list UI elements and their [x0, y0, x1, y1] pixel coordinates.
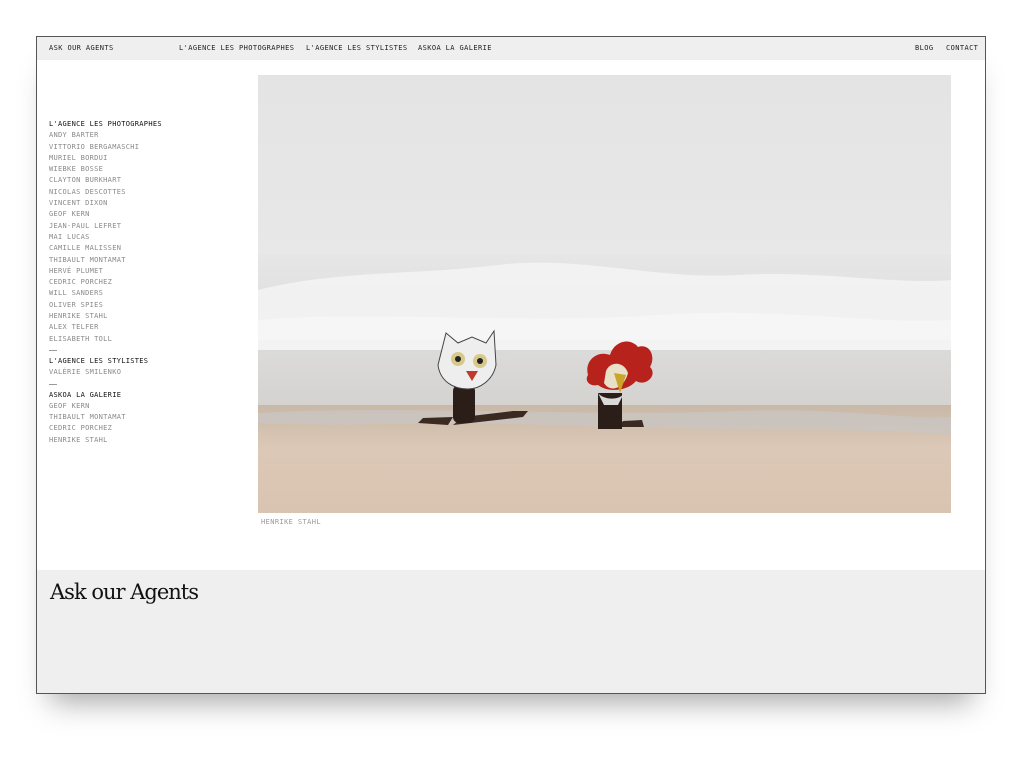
sidebar-item-photographer[interactable]: CLAYTON BURKHART — [49, 175, 229, 186]
sidebar-item-photographer[interactable]: ANDY BARTER — [49, 130, 229, 141]
sidebar-item-photographer[interactable]: VITTORIO BERGAMASCHI — [49, 142, 229, 153]
browser-frame: ASK OUR AGENTS L'AGENCE LES PHOTOGRAPHES… — [36, 36, 986, 694]
sidebar-item-stylist[interactable]: VALÉRIE SMILENKO — [49, 367, 229, 378]
divider — [49, 383, 57, 385]
nav-link-contact[interactable]: CONTACT — [946, 44, 978, 52]
sidebar: L'AGENCE LES PHOTOGRAPHES ANDY BARTER VIT… — [49, 119, 229, 446]
sidebar-item-photographer[interactable]: WIEBKE BOSSE — [49, 164, 229, 175]
featured-photo[interactable] — [258, 75, 951, 513]
footer-logo[interactable]: Ask our Agents — [50, 580, 199, 604]
sidebar-item-photographer[interactable]: ELISABETH TOLL — [49, 334, 229, 345]
brand-link[interactable]: ASK OUR AGENTS — [49, 44, 114, 52]
sidebar-title-galerie[interactable]: ASKOA LA GALERIE — [49, 390, 229, 401]
sidebar-item-photographer[interactable]: MAI LUCAS — [49, 232, 229, 243]
sidebar-item-photographer[interactable]: WILL SANDERS — [49, 288, 229, 299]
sidebar-list-galerie: GEOF KERN THIBAULT MONTAMAT CEDRIC PORCHEZ… — [49, 401, 229, 446]
divider — [49, 349, 57, 351]
sidebar-item-galerie[interactable]: HENRIKE STAHL — [49, 435, 229, 446]
nav-link-photographes[interactable]: L'AGENCE LES PHOTOGRAPHES — [179, 44, 294, 52]
sidebar-item-galerie[interactable]: CEDRIC PORCHEZ — [49, 423, 229, 434]
sidebar-item-photographer[interactable]: MURIEL BORDUI — [49, 153, 229, 164]
sidebar-item-photographer[interactable]: NICOLAS DESCOTTES — [49, 187, 229, 198]
sidebar-item-photographer[interactable]: OLIVER SPIES — [49, 300, 229, 311]
footer: Ask our Agents — [37, 570, 985, 693]
top-navigation: ASK OUR AGENTS L'AGENCE LES PHOTOGRAPHES… — [37, 37, 985, 60]
beach-photo-image — [258, 75, 951, 513]
sidebar-item-photographer[interactable]: JEAN-PAUL LEFRET — [49, 221, 229, 232]
sidebar-title-stylistes[interactable]: L'AGENCE LES STYLISTES — [49, 356, 229, 367]
photo-caption: HENRIKE STAHL — [261, 518, 321, 526]
nav-link-stylistes[interactable]: L'AGENCE LES STYLISTES — [306, 44, 408, 52]
sidebar-item-photographer[interactable]: CEDRIC PORCHEZ — [49, 277, 229, 288]
sidebar-item-photographer[interactable]: HERVÉ PLUMET — [49, 266, 229, 277]
sidebar-item-photographer[interactable]: VINCENT DIXON — [49, 198, 229, 209]
sidebar-item-galerie[interactable]: GEOF KERN — [49, 401, 229, 412]
sidebar-list-stylistes: VALÉRIE SMILENKO — [49, 367, 229, 378]
sidebar-item-photographer[interactable]: GEOF KERN — [49, 209, 229, 220]
sidebar-item-photographer[interactable]: ALEX TELFER — [49, 322, 229, 333]
nav-link-blog[interactable]: BLOG — [915, 44, 933, 52]
sidebar-item-galerie[interactable]: THIBAULT MONTAMAT — [49, 412, 229, 423]
sidebar-item-photographer[interactable]: THIBAULT MONTAMAT — [49, 255, 229, 266]
sidebar-title-photographes[interactable]: L'AGENCE LES PHOTOGRAPHES — [49, 119, 229, 130]
sidebar-list-photographes: ANDY BARTER VITTORIO BERGAMASCHI MURIEL BO… — [49, 130, 229, 345]
sidebar-item-photographer[interactable]: HENRIKE STAHL — [49, 311, 229, 322]
nav-link-galerie[interactable]: ASKOA LA GALERIE — [418, 44, 492, 52]
sidebar-item-photographer[interactable]: CAMILLE MALISSEN — [49, 243, 229, 254]
